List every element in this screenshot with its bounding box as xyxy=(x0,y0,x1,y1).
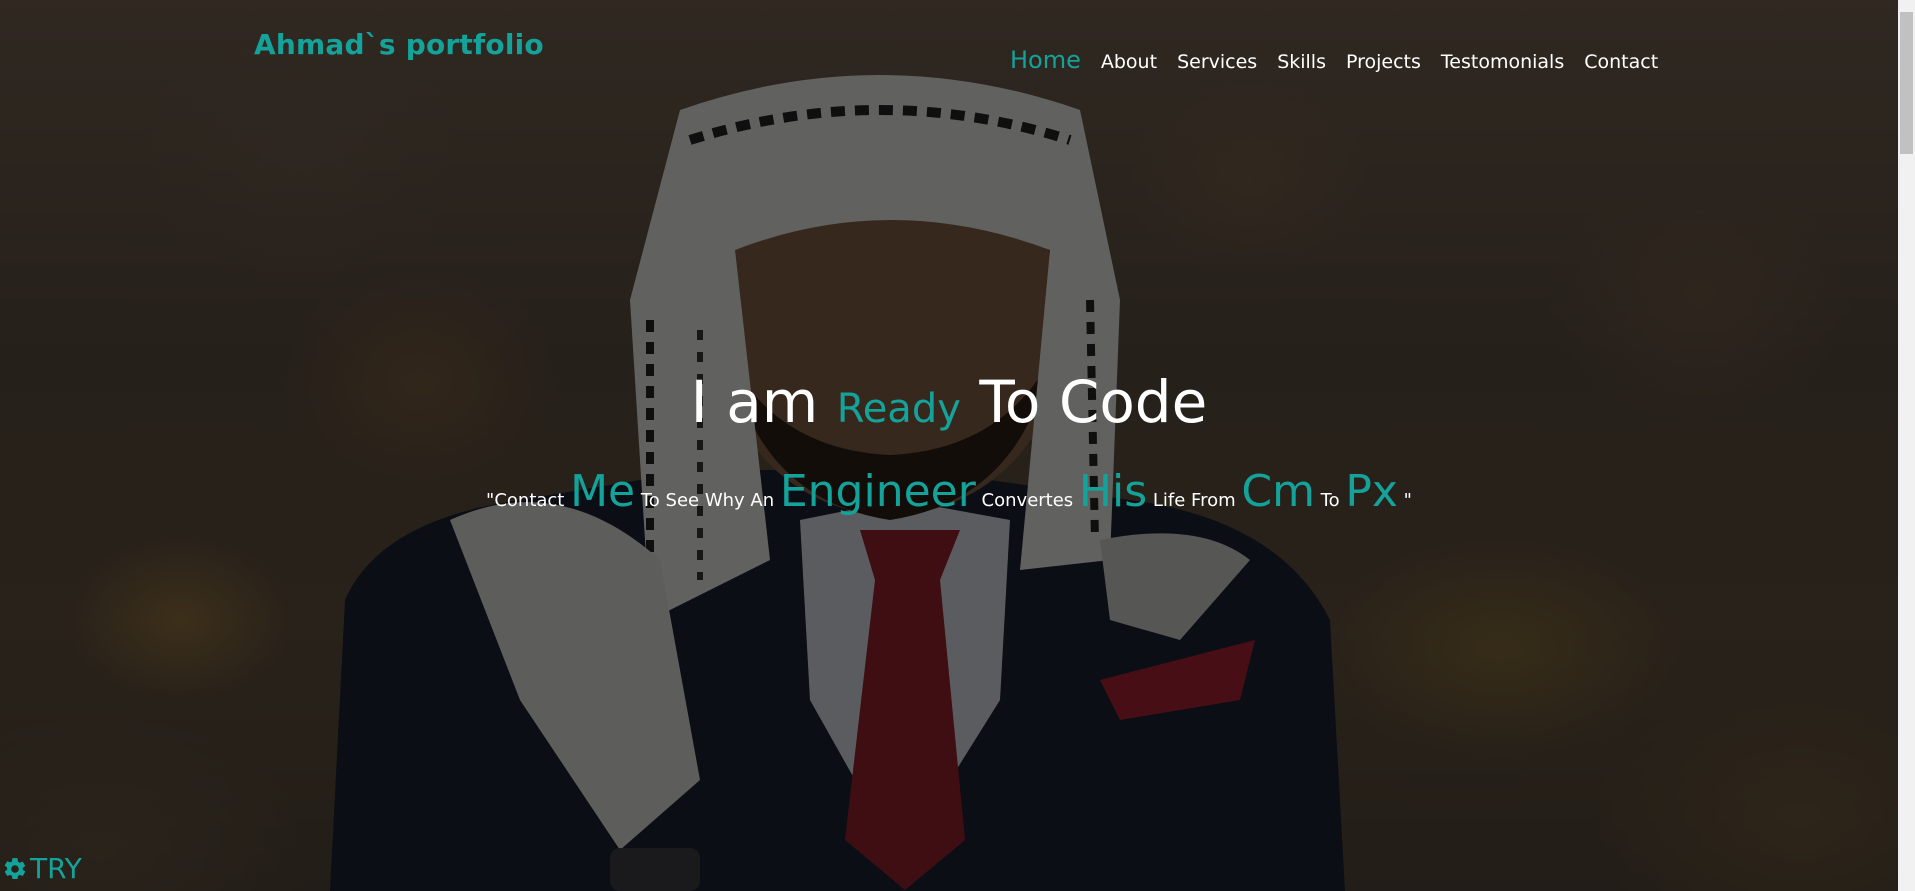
main-nav: Home About Services Skills Projects Test… xyxy=(1010,46,1678,74)
hero-title-accent: Ready xyxy=(836,386,961,432)
tagline-part: Life From xyxy=(1147,490,1242,511)
nav-skills[interactable]: Skills xyxy=(1277,51,1326,73)
hero-title-before: I am xyxy=(690,368,837,436)
hero-dark-overlay xyxy=(0,0,1898,891)
nav-projects[interactable]: Projects xyxy=(1346,51,1421,73)
nav-about[interactable]: About xyxy=(1101,51,1157,73)
tagline-part: To See Why An xyxy=(635,490,780,511)
try-settings-button[interactable]: TRY xyxy=(2,852,82,885)
nav-services[interactable]: Services xyxy=(1177,51,1257,73)
try-label: TRY xyxy=(30,852,82,885)
gear-icon xyxy=(4,857,26,879)
tagline-highlight: Cm xyxy=(1241,466,1315,517)
tagline-highlight: Me xyxy=(570,466,636,517)
hero-title: I am Ready To Code xyxy=(0,368,1898,436)
tagline-part: To xyxy=(1314,490,1346,511)
tagline-highlight: Px xyxy=(1345,466,1398,517)
scrollbar-thumb[interactable] xyxy=(1900,12,1913,154)
hero-tagline: "Contact Me To See Why An Engineer Conve… xyxy=(0,466,1898,517)
nav-testimonials[interactable]: Testomonials xyxy=(1441,51,1564,73)
tagline-highlight: Engineer xyxy=(779,466,976,517)
hero-title-after: To Code xyxy=(960,368,1208,436)
brand-logo[interactable]: Ahmad`s portfolio xyxy=(254,28,544,61)
nav-contact[interactable]: Contact xyxy=(1584,51,1658,73)
tagline-highlight: His xyxy=(1078,466,1148,517)
page: Ahmad`s portfolio Home About Services Sk… xyxy=(0,0,1898,891)
page-scrollbar[interactable] xyxy=(1898,0,1915,891)
tagline-part: "Contact xyxy=(486,490,571,511)
nav-home[interactable]: Home xyxy=(1010,46,1081,74)
tagline-part: Convertes xyxy=(975,490,1079,511)
tagline-part: " xyxy=(1397,490,1412,511)
